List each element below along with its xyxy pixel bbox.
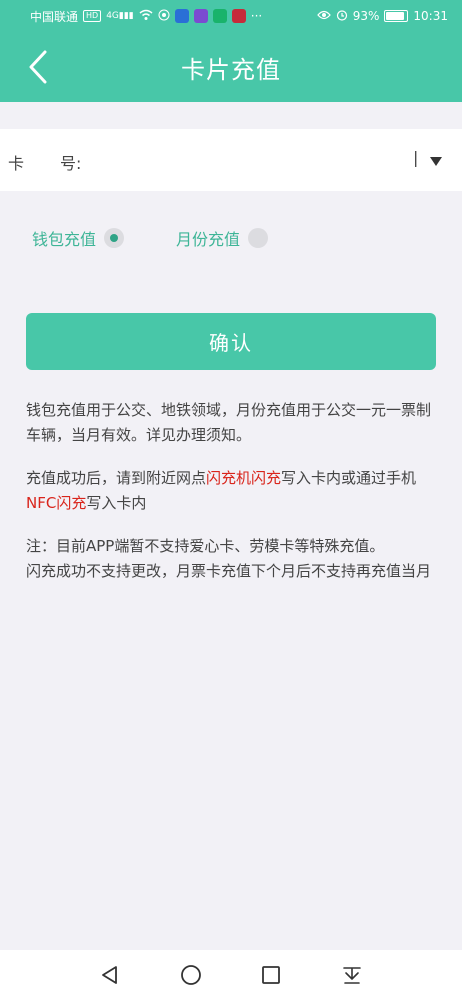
alarm-icon <box>336 9 348 24</box>
confirm-button[interactable]: 确认 <box>26 313 436 370</box>
notes-section: 钱包充值用于公交、地铁领域，月份充值用于公交一元一票制车辆，当月有效。详见办理须… <box>26 398 438 602</box>
system-nav-bar <box>0 950 462 1000</box>
nav-back-button[interactable] <box>90 955 130 995</box>
note-highlight: 闪充机闪充 <box>206 469 282 487</box>
more-notifications: ··· <box>250 9 263 23</box>
app-notification-icon <box>193 9 208 23</box>
battery-percent: 93% <box>352 9 380 23</box>
note-highlight: NFC闪充 <box>26 494 87 512</box>
card-dropdown-button[interactable] <box>430 151 442 170</box>
app-header: 卡片充值 <box>0 32 462 102</box>
card-number-label: 卡 号: <box>8 150 81 174</box>
wifi-icon <box>139 9 153 24</box>
radio-label: 钱包充值 <box>32 230 97 249</box>
radio-button-unchecked[interactable] <box>248 228 269 248</box>
caret-down-icon <box>430 157 442 166</box>
note-text: 注：目前APP端暂不支持爱心卡、劳模卡等特殊充值。 <box>26 537 385 555</box>
nav-recents-button[interactable] <box>251 955 291 995</box>
radio-label: 月份充值 <box>176 230 241 249</box>
clock-time: 10:31 <box>413 9 448 23</box>
recharge-type-group: 钱包充值 月份充值 <box>32 226 320 250</box>
note-paragraph-2: 充值成功后，请到附近网点闪充机闪充写入卡内或通过手机 NFC闪充写入卡内 <box>26 466 438 516</box>
battery-icon <box>384 10 409 22</box>
note-paragraph-1: 钱包充值用于公交、地铁领域，月份充值用于公交一元一票制车辆，当月有效。详见办理须… <box>26 401 432 444</box>
status-bar: 中国联通 HD 4G▮▮▮ ··· 93% 10:31 <box>0 0 462 32</box>
status-right: 93% 10:31 <box>316 9 448 24</box>
app-notification-icon <box>212 9 227 23</box>
carrier-name: 中国联通 <box>30 9 79 24</box>
card-label-part2: 号: <box>60 154 82 173</box>
radio-button-checked[interactable] <box>104 228 125 248</box>
nav-notifications-button[interactable] <box>332 955 372 995</box>
triangle-back-icon <box>102 966 118 984</box>
app-notification-icon <box>231 9 246 23</box>
circle-home-icon <box>180 965 201 985</box>
pull-down-icon <box>342 967 361 984</box>
note-paragraph-3: 注：目前APP端暂不支持爱心卡、劳模卡等特殊充值。闪充成功不支持更改，月票卡充值… <box>26 534 438 584</box>
eye-icon <box>316 9 331 23</box>
card-label-part1: 卡 <box>8 154 25 173</box>
note-text: 写入卡内或通过手机 <box>281 469 417 487</box>
app-notification-icon <box>174 9 189 23</box>
nfc-icon <box>158 9 170 24</box>
page-title: 卡片充值 <box>181 56 281 84</box>
note-text: 写入卡内 <box>86 494 147 512</box>
note-text: 充值成功后，请到附近网点 <box>26 469 207 487</box>
nav-home-button[interactable] <box>171 955 211 995</box>
note-text: 闪充成功不支持更改，月票卡充值下个月后不支持再充值当月 <box>26 562 432 580</box>
radio-wallet-recharge[interactable]: 钱包充值 <box>32 226 125 250</box>
signal-tag: 4G <box>106 11 119 21</box>
card-number-input[interactable] <box>95 145 399 177</box>
square-recents-icon <box>262 966 281 984</box>
card-number-row: 卡 号: | <box>0 129 462 191</box>
radio-monthly-recharge[interactable]: 月份充值 <box>176 226 269 250</box>
status-left: 中国联通 HD 4G▮▮▮ ··· <box>30 8 262 25</box>
hd-badge: HD <box>83 10 102 22</box>
signal-icon: 4G▮▮▮ <box>106 11 134 21</box>
text-cursor: | <box>413 148 419 167</box>
